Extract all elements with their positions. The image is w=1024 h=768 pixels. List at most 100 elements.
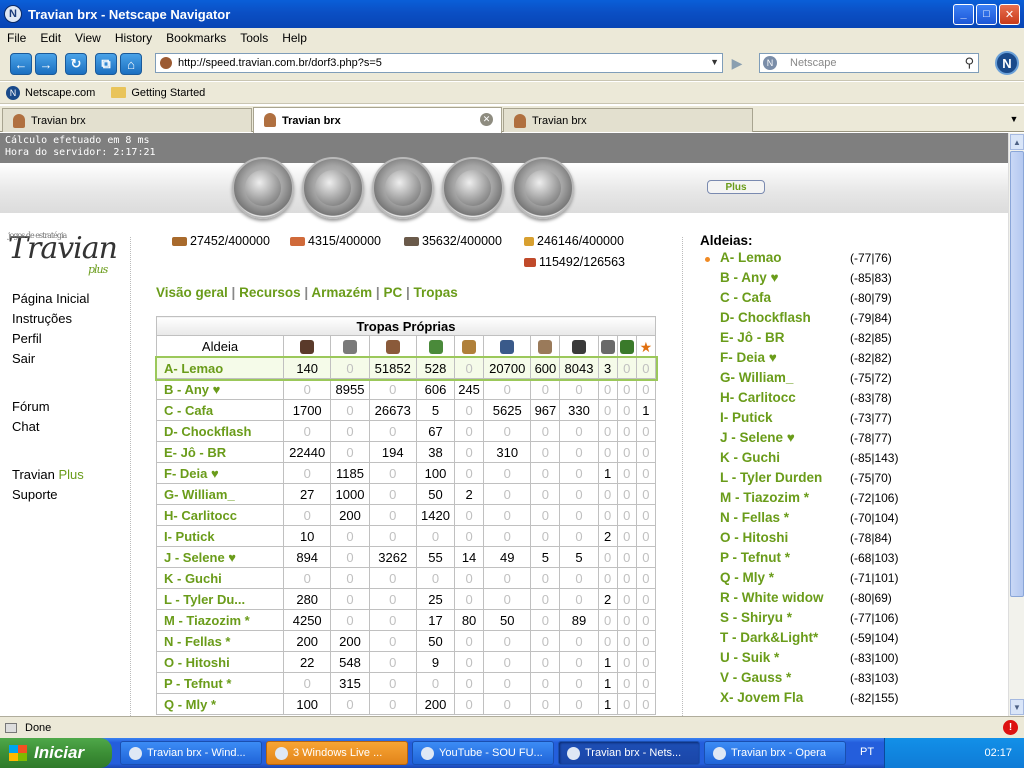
village-name[interactable]: E- Jô - BR <box>720 330 785 345</box>
plus-button[interactable]: Plus <box>707 180 765 194</box>
nav-pagina-inicial[interactable]: Página Inicial <box>12 291 89 306</box>
village-list-item[interactable]: C - Cafa (-80|79) <box>700 290 1005 310</box>
troops-village-link[interactable]: H- Carlitocc <box>156 504 284 526</box>
village-list-item[interactable]: F- Deia ♥ (-82|82) <box>700 350 1005 370</box>
village-name[interactable]: I- Putick <box>720 410 773 425</box>
search-icon[interactable]: ⚲ <box>964 55 974 71</box>
village-list-item[interactable]: H- Carlitocc (-83|78) <box>700 390 1005 410</box>
nav-travian-plus[interactable]: Travian Plus <box>12 467 84 482</box>
tab-1[interactable]: Travian brx <box>2 108 252 132</box>
troops-village-link[interactable]: M - Tiazozim * <box>156 609 284 631</box>
taskbar-item-ie[interactable]: Travian brx - Wind... <box>120 741 262 765</box>
tab-2-active[interactable]: Travian brx ✕ <box>253 107 502 133</box>
subnav-visao-geral[interactable]: Visão geral <box>156 285 228 300</box>
netscape-logo-icon[interactable]: N <box>995 51 1019 75</box>
troops-village-link[interactable]: N - Fellas * <box>156 630 284 652</box>
village-name[interactable]: B - Any ♥ <box>720 270 779 285</box>
taskbar-item-opera[interactable]: Travian brx - Opera <box>704 741 846 765</box>
village-name[interactable]: V - Gauss * <box>720 670 791 685</box>
village-list-item[interactable]: Q - Mly * (-71|101) <box>700 570 1005 590</box>
troops-village-link[interactable]: E- Jô - BR <box>156 441 284 463</box>
tab-list-dropdown-icon[interactable]: ▼ <box>1006 110 1022 128</box>
menu-tools[interactable]: Tools <box>233 31 275 45</box>
nav-sair[interactable]: Sair <box>12 351 35 366</box>
scroll-up-icon[interactable]: ▲ <box>1010 134 1024 150</box>
menu-view[interactable]: View <box>68 31 108 45</box>
menu-bookmarks[interactable]: Bookmarks <box>159 31 233 45</box>
village-list-item[interactable]: R - White widow (-80|69) <box>700 590 1005 610</box>
scroll-thumb[interactable] <box>1010 151 1024 597</box>
taskbar-item-firefox[interactable]: YouTube - SOU FU... <box>412 741 554 765</box>
url-dropdown-icon[interactable]: ▼ <box>710 57 719 67</box>
minimize-button[interactable]: _ <box>953 3 974 25</box>
nav-chat[interactable]: Chat <box>12 419 39 434</box>
troops-village-link[interactable]: Q - Mly * <box>156 693 284 715</box>
troops-village-link[interactable]: I- Putick <box>156 525 284 547</box>
village-list-item[interactable]: T - Dark&Light* (-59|104) <box>700 630 1005 650</box>
village-name[interactable]: N - Fellas * <box>720 510 789 525</box>
subnav-recursos[interactable]: Recursos <box>239 285 301 300</box>
subnav-tropas[interactable]: Tropas <box>414 285 458 300</box>
village-name[interactable]: R - White widow <box>720 590 824 605</box>
village-name[interactable]: P - Tefnut * <box>720 550 790 565</box>
village-name[interactable]: S - Shiryu * <box>720 610 792 625</box>
village-list-item[interactable]: K - Guchi (-85|143) <box>700 450 1005 470</box>
nav-perfil[interactable]: Perfil <box>12 331 42 346</box>
tab-3[interactable]: Travian brx <box>503 108 753 132</box>
troops-village-link[interactable]: F- Deia ♥ <box>156 462 284 484</box>
troops-village-link[interactable]: B - Any ♥ <box>156 378 284 400</box>
bookmark-getting-started[interactable]: Getting Started <box>111 87 205 99</box>
village-name[interactable]: Q - Mly * <box>720 570 774 585</box>
village-list-item[interactable]: U - Suik * (-83|100) <box>700 650 1005 670</box>
language-indicator[interactable]: PT <box>860 746 874 758</box>
nav-instrucoes[interactable]: Instruções <box>12 311 72 326</box>
statistics-icon[interactable] <box>442 157 504 219</box>
search-engine-icon[interactable]: N <box>763 56 777 70</box>
village-name[interactable]: X- Jovem Fla <box>720 690 803 705</box>
village-list-item[interactable]: P - Tefnut * (-68|103) <box>700 550 1005 570</box>
search-field[interactable]: N Netscape ⚲ <box>759 53 979 73</box>
home-button[interactable]: ⌂ <box>120 53 142 75</box>
village-list-item[interactable]: V - Gauss * (-83|103) <box>700 670 1005 690</box>
error-icon[interactable]: ! <box>1003 720 1018 735</box>
troops-village-link[interactable]: K - Guchi <box>156 567 284 589</box>
subnav-armazem[interactable]: Armazém <box>311 285 372 300</box>
menu-file[interactable]: File <box>0 31 33 45</box>
village-list-item[interactable]: M - Tiazozim * (-72|106) <box>700 490 1005 510</box>
village-name[interactable]: K - Guchi <box>720 450 780 465</box>
village-list-item[interactable]: X- Jovem Fla (-82|155) <box>700 690 1005 710</box>
taskbar-item-live-messenger[interactable]: 3 Windows Live ... <box>266 741 408 765</box>
back-button[interactable]: ← <box>10 53 32 75</box>
troops-village-link[interactable]: J - Selene ♥ <box>156 546 284 568</box>
bookmark-netscape[interactable]: N Netscape.com <box>6 85 95 100</box>
page-scrollbar[interactable]: ▲ ▼ <box>1008 133 1024 716</box>
scroll-down-icon[interactable]: ▼ <box>1010 699 1024 715</box>
village-name[interactable]: D- Chockflash <box>720 310 811 325</box>
forward-button[interactable]: → <box>35 53 57 75</box>
close-button[interactable]: ✕ <box>999 3 1020 25</box>
nav-suporte[interactable]: Suporte <box>12 487 58 502</box>
menu-edit[interactable]: Edit <box>33 31 68 45</box>
village-name[interactable]: G- William_ <box>720 370 793 385</box>
village-list-item[interactable]: L - Tyler Durden (-75|70) <box>700 470 1005 490</box>
travian-plus-logo[interactable]: jogos de estratégia Travian plus <box>8 231 118 281</box>
reports-icon[interactable] <box>512 157 574 219</box>
village-list-item[interactable]: I- Putick (-73|77) <box>700 410 1005 430</box>
village-list-item[interactable]: S - Shiryu * (-77|106) <box>700 610 1005 630</box>
menu-help[interactable]: Help <box>275 31 314 45</box>
village-name[interactable]: U - Suik * <box>720 650 779 665</box>
troops-village-link[interactable]: A- Lemao <box>156 357 284 379</box>
village-list-item[interactable]: N - Fellas * (-70|104) <box>700 510 1005 530</box>
menu-history[interactable]: History <box>108 31 159 45</box>
start-button[interactable]: Iniciar <box>0 738 112 768</box>
taskbar-item-netscape[interactable]: Travian brx - Nets... <box>558 741 700 765</box>
map-icon[interactable] <box>372 157 434 219</box>
village-name[interactable]: T - Dark&Light* <box>720 630 818 645</box>
village-name[interactable]: F- Deia ♥ <box>720 350 777 365</box>
url-bar[interactable]: http://speed.travian.com.br/dorf3.php?s=… <box>155 53 723 73</box>
troops-village-link[interactable]: G- William_ <box>156 483 284 505</box>
village-name[interactable]: J - Selene ♥ <box>720 430 795 445</box>
troops-village-link[interactable]: C - Cafa <box>156 399 284 421</box>
village-name[interactable]: A- Lemao <box>720 250 782 265</box>
troops-village-link[interactable]: P - Tefnut * <box>156 672 284 694</box>
